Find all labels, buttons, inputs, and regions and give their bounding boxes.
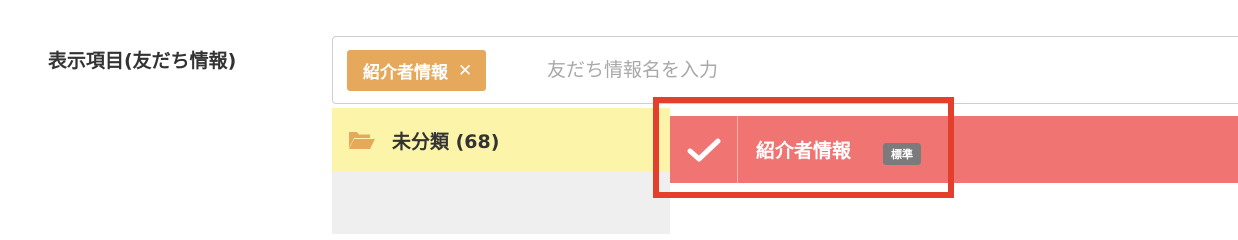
category-label: 未分類 (68)	[392, 130, 500, 153]
tag-input[interactable]: 紹介者情報 ✕	[332, 36, 1238, 104]
category-item-uncategorized[interactable]: 未分類 (68)	[332, 108, 670, 172]
selected-tag-chip: 紹介者情報 ✕	[347, 50, 487, 91]
folder-open-icon	[349, 132, 375, 149]
item-name: 紹介者情報	[756, 140, 852, 162]
standard-badge: 標準	[883, 143, 921, 165]
chip-label: 紹介者情報	[363, 63, 448, 83]
chip-remove-icon[interactable]: ✕	[458, 61, 472, 81]
item-checkbox[interactable]	[670, 116, 738, 183]
friend-info-search-input[interactable]	[547, 51, 1107, 89]
field-label: 表示項目(友だち情報)	[48, 50, 237, 72]
friend-info-item-row[interactable]: 紹介者情報 標準	[670, 116, 1238, 183]
category-panel: 未分類 (68)	[332, 108, 670, 234]
checkmark-icon	[687, 138, 720, 161]
